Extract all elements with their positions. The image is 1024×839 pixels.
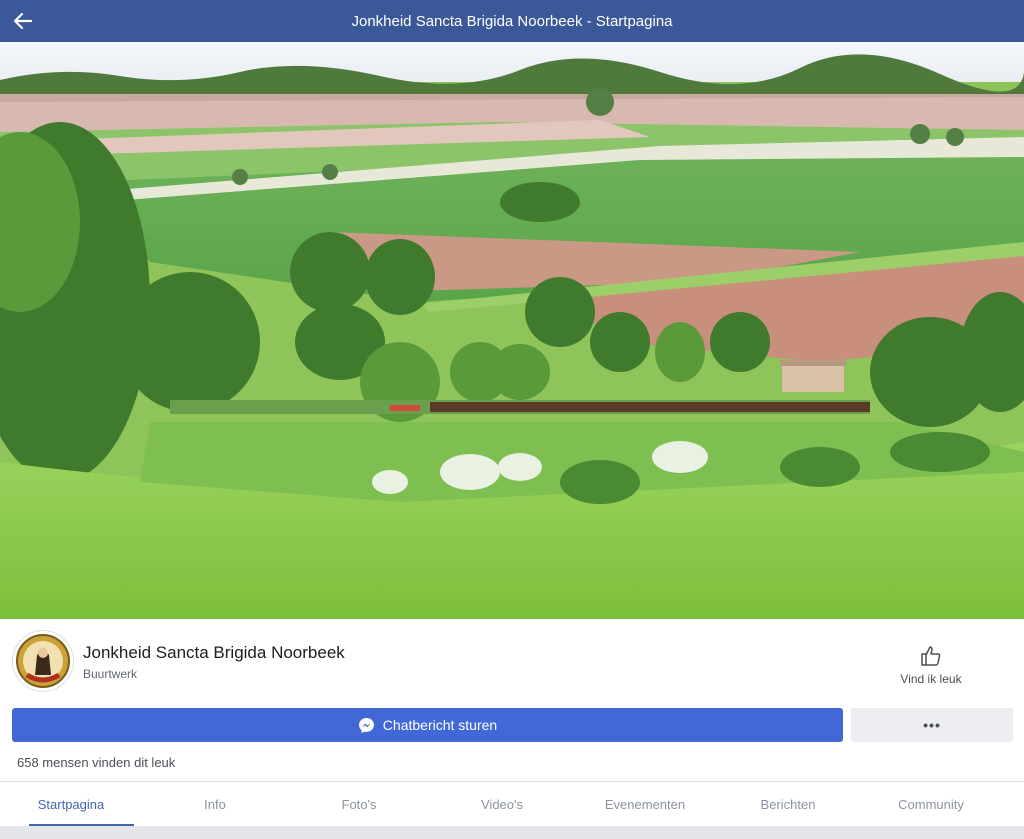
tab-videos[interactable]: Video's	[447, 782, 557, 826]
tab-fotos[interactable]: Foto's	[304, 782, 414, 826]
tab-label: Berichten	[760, 796, 816, 812]
page-tabs: Startpagina Info Foto's Video's Evenemen…	[0, 782, 1024, 826]
tab-label: Evenementen	[604, 796, 686, 812]
bottom-strip	[0, 826, 1024, 839]
tab-evenementen[interactable]: Evenementen	[590, 782, 700, 826]
top-bar: Jonkheid Sancta Brigida Noorbeek - Start…	[0, 0, 1024, 42]
page-profile-picture[interactable]	[12, 630, 74, 692]
more-icon: •••	[923, 717, 941, 733]
thumbs-up-icon	[921, 646, 941, 666]
page-name: Jonkheid Sancta Brigida Noorbeek	[83, 643, 345, 662]
tab-label: Video's	[481, 796, 523, 812]
tab-label: Info	[204, 796, 226, 812]
landscape-image	[0, 42, 1024, 619]
cover-photo[interactable]	[0, 42, 1024, 619]
tab-info[interactable]: Info	[160, 782, 270, 826]
tab-label: Startpagina	[37, 796, 105, 812]
tab-community[interactable]: Community	[876, 782, 986, 826]
tab-label: Community	[898, 796, 964, 812]
likes-count: 658 mensen vinden dit leuk	[17, 755, 176, 770]
tab-berichten[interactable]: Berichten	[733, 782, 843, 826]
messenger-icon	[358, 717, 374, 733]
tab-startpagina[interactable]: Startpagina	[16, 782, 134, 826]
send-message-button[interactable]: Chatbericht sturen	[12, 708, 843, 742]
page-category: Buurtwerk	[83, 667, 138, 681]
send-message-label: Chatbericht sturen	[382, 717, 498, 733]
more-options-button[interactable]: •••	[851, 708, 1013, 742]
like-button[interactable]: Vind ik leuk	[890, 644, 972, 692]
arrow-left-icon	[14, 13, 32, 29]
page-title: Jonkheid Sancta Brigida Noorbeek - Start…	[351, 12, 673, 30]
back-button[interactable]	[8, 6, 38, 36]
badge-logo-icon	[16, 634, 70, 688]
like-label: Vind ik leuk	[900, 672, 962, 686]
tab-label: Foto's	[341, 796, 377, 812]
